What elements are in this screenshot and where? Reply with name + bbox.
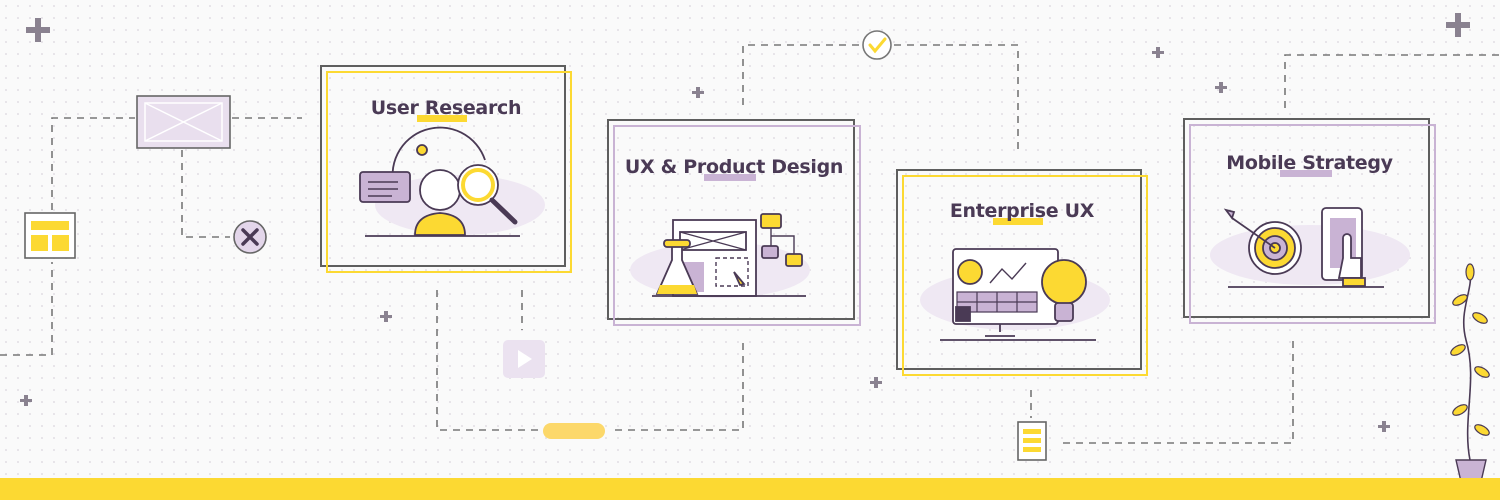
card-title: User Research [370, 97, 522, 119]
card-title: Mobile Strategy [1226, 152, 1393, 174]
play-icon [503, 340, 545, 378]
service-card-mobile-strategy[interactable]: Mobile Strategy [1183, 118, 1436, 324]
card-title: UX & Product Design [624, 156, 844, 178]
wireframe-image-icon [136, 95, 231, 149]
layout-grid-icon [24, 212, 76, 259]
close-circle-icon [233, 220, 267, 254]
service-card-ux-product-design[interactable]: UX & Product Design [607, 119, 861, 326]
service-card-enterprise-ux[interactable]: Enterprise UX [896, 169, 1148, 376]
plant-pot-icon [1450, 263, 1490, 487]
document-icon [1017, 421, 1047, 461]
footer-accent-bar [0, 478, 1500, 500]
check-circle-icon [862, 30, 892, 60]
service-card-user-research[interactable]: User Research [320, 65, 572, 273]
card-title: Enterprise UX [949, 200, 1095, 222]
pill-shape [543, 423, 605, 439]
